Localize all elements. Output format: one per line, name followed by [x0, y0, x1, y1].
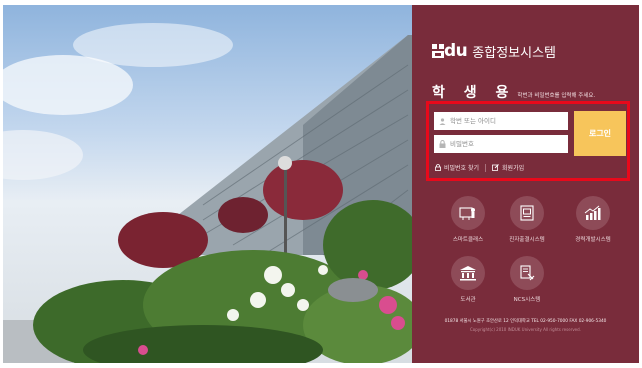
- login-panel: du 종합정보시스템 학 생 용 학번과 비밀번호를 입력해 주세요. 학번 또…: [412, 5, 639, 363]
- service-label: NCS시스템: [513, 297, 541, 303]
- signup-label: 회원가입: [502, 165, 525, 172]
- university-logo-icon: [432, 44, 444, 58]
- find-password-label: 비밀번호 찾기: [444, 165, 480, 172]
- login-form: 로그인 비밀번호 찾기 회원가입: [426, 101, 630, 181]
- user-icon: [438, 117, 446, 125]
- attendance-icon[interactable]: [510, 196, 544, 230]
- student-id-field[interactable]: [434, 112, 568, 130]
- service-attendance[interactable]: 진자출결시스템: [497, 196, 557, 243]
- ncs-icon[interactable]: [510, 256, 544, 290]
- password-field[interactable]: [434, 135, 568, 153]
- service-library[interactable]: 도서관: [438, 256, 498, 303]
- service-label: 진자출결시스템: [509, 237, 545, 243]
- library-icon[interactable]: [451, 256, 485, 290]
- service-ncs[interactable]: NCS시스템: [497, 256, 557, 303]
- service-label: 경력개발시스템: [575, 237, 611, 243]
- login-button[interactable]: 로그인: [574, 111, 626, 156]
- header: du 종합정보시스템: [432, 41, 556, 61]
- service-career[interactable]: 경력개발시스템: [563, 196, 623, 243]
- footer-address: 01878 서울시 노원구 초안산로 12 인덕대학교 TEL 02-950-7…: [444, 319, 607, 324]
- campus-photo: [3, 5, 412, 363]
- lock-small-icon: [435, 164, 441, 171]
- password-input[interactable]: [450, 140, 560, 148]
- service-smart-class[interactable]: 스마트클래스: [438, 196, 498, 243]
- role-row: 학 생 용 학번과 비밀번호를 입력해 주세요.: [432, 82, 595, 102]
- campus-illustration: [3, 23, 412, 363]
- find-password-link[interactable]: 비밀번호 찾기: [435, 163, 479, 172]
- role-label: 학 생 용: [432, 85, 516, 101]
- smart-class-icon[interactable]: [451, 196, 485, 230]
- student-id-input[interactable]: [450, 117, 560, 125]
- logo-text: du: [444, 41, 468, 61]
- footer-copyright: Copyright(c) 2010 INDUK University All r…: [470, 327, 581, 332]
- account-links: 비밀번호 찾기 회원가입: [435, 163, 524, 172]
- service-label: 도서관: [460, 297, 476, 303]
- service-label: 스마트클래스: [452, 237, 484, 243]
- lock-icon: [438, 140, 446, 148]
- login-hint: 학번과 비밀번호를 입력해 주세요.: [517, 93, 596, 99]
- edit-icon: [492, 164, 499, 171]
- career-chart-icon[interactable]: [576, 196, 610, 230]
- page-title: 종합정보시스템: [472, 45, 557, 61]
- signup-link[interactable]: 회원가입: [492, 163, 524, 172]
- link-divider: [485, 163, 487, 172]
